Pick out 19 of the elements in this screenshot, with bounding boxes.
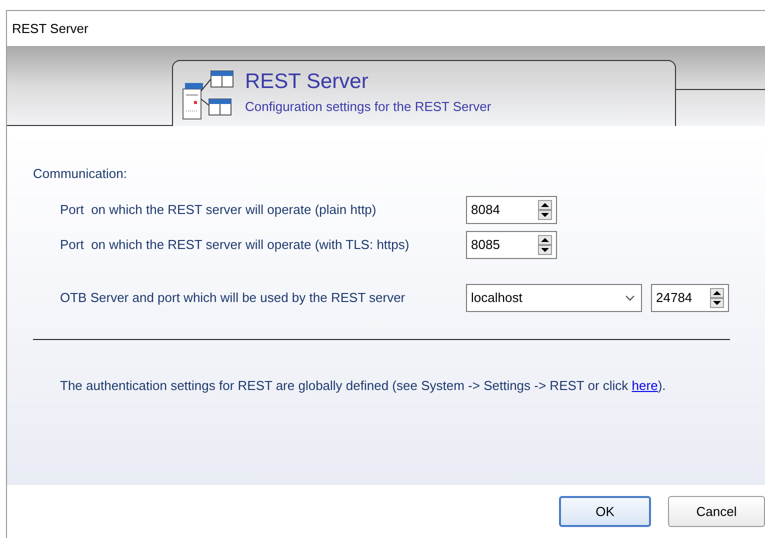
port-spinner[interactable]: 8085 [466,230,557,258]
port-spinner[interactable]: 24784 [651,284,729,312]
section-title: Communication: [33,165,128,183]
dialog-button[interactable]: OK [559,496,651,527]
info-text: The authentication settings for REST are globally defined (see System -> Settings -> REST or click here). [60,378,666,392]
spin-arrows-icon[interactable] [538,200,552,220]
window-title: REST Server [12,20,88,38]
spin-arrows-icon[interactable] [710,288,724,308]
chevron-down-icon[interactable] [625,294,635,300]
port-spinner[interactable]: 8084 [466,196,557,224]
spin-arrows-icon[interactable] [538,234,552,254]
server-combo[interactable]: localhost [466,284,642,312]
header-subtitle: Configuration settings for the REST Server [245,98,492,116]
field-label: OTB Server and port which will be used by the REST server [60,288,406,307]
dialog-button[interactable]: Cancel [668,496,765,527]
header-title: REST Server [245,69,370,95]
field-label: Port on which the REST server will operate (with TLS: https) [60,236,410,254]
here-link[interactable]: here [632,378,658,392]
field-label: Port on which the REST server will operate (plain http) [60,200,378,219]
